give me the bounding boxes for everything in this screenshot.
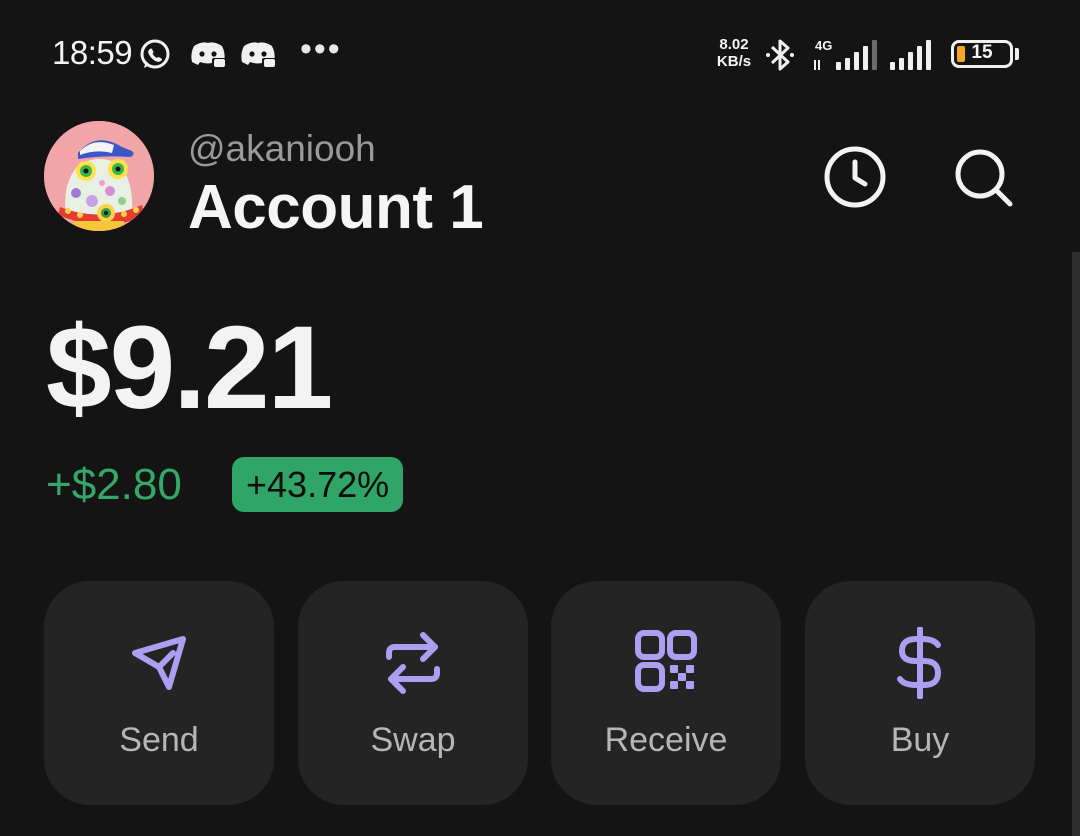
avatar-image xyxy=(44,121,154,231)
receive-button[interactable]: Receive xyxy=(551,581,781,805)
network-speed-unit: KB/s xyxy=(716,53,752,70)
battery-icon: 15 xyxy=(951,40,1013,68)
balance-change-percent-badge: +43.72% xyxy=(232,457,404,512)
account-handle[interactable]: @akaniooh xyxy=(188,128,376,170)
send-paper-plane-icon xyxy=(132,636,186,690)
signal-strength-icon xyxy=(814,40,877,70)
search-icon xyxy=(955,149,1013,207)
send-button[interactable]: Send xyxy=(44,581,274,805)
buy-button[interactable]: Buy xyxy=(805,581,1035,805)
history-clock-icon xyxy=(824,146,886,208)
more-notifications-icon: ••• xyxy=(300,30,342,68)
status-time: 18:59 xyxy=(52,34,133,71)
history-button[interactable] xyxy=(820,142,890,212)
battery-nub xyxy=(1015,48,1019,60)
whatsapp-icon xyxy=(140,39,170,69)
total-balance: $9.21 xyxy=(46,302,333,434)
buy-label: Buy xyxy=(890,721,950,759)
battery-level: 15 xyxy=(971,42,993,63)
search-button[interactable] xyxy=(948,142,1018,212)
balance-change-amount: +$2.80 xyxy=(46,460,182,509)
account-name[interactable]: Account 1 xyxy=(188,172,484,243)
status-bar: 18:59 ••• 8.02 KB/s 4G 15 xyxy=(0,28,1080,80)
scrollbar[interactable] xyxy=(1072,252,1080,836)
signal-strength-icon xyxy=(890,40,931,70)
send-label: Send xyxy=(119,721,199,759)
avatar[interactable] xyxy=(44,121,154,231)
swap-arrows-icon xyxy=(386,632,440,694)
swap-label: Swap xyxy=(370,721,456,759)
discord-icon xyxy=(191,42,226,69)
network-speed: 8.02 KB/s xyxy=(714,36,754,70)
discord-icon xyxy=(241,42,276,69)
qr-code-icon xyxy=(635,630,697,692)
bluetooth-icon xyxy=(766,39,794,71)
dollar-icon xyxy=(897,627,942,699)
swap-button[interactable]: Swap xyxy=(298,581,528,805)
network-speed-value: 8.02 xyxy=(719,36,749,53)
receive-label: Receive xyxy=(604,721,728,759)
